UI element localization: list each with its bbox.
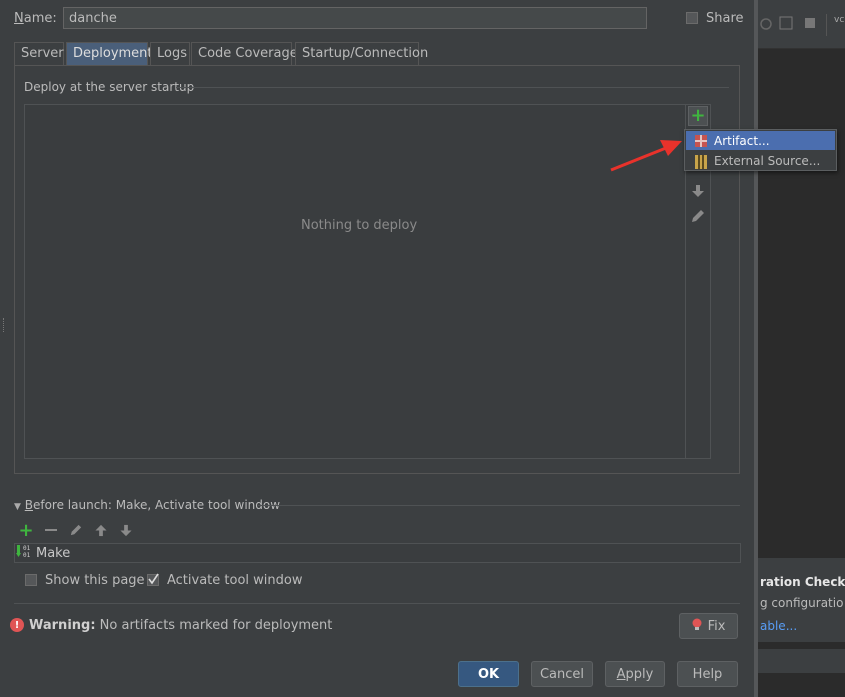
tab-server[interactable]: Server [14,42,64,66]
pencil-icon [692,210,704,222]
red-arrow-annotation [610,140,682,172]
ok-button[interactable]: OK [458,661,519,687]
arrow-down-icon [692,185,704,197]
fix-label: Fix [707,618,726,634]
warning-message: Warning: No artifacts marked for deploym… [29,618,332,633]
show-page-checkbox[interactable] [25,574,37,586]
section-divider [258,505,740,506]
edit-task-icon[interactable] [67,521,85,539]
resize-grip[interactable] [3,318,6,332]
menu-item-external-source[interactable]: External Source... [686,151,835,170]
apply-button[interactable]: Apply [605,661,665,687]
dialog-left-edge [0,0,4,697]
tab-startup-connection[interactable]: Startup/Connection [295,42,428,66]
separator [14,603,740,604]
activate-tool-window-checkbox[interactable] [147,573,159,586]
background-notification-text: g configuratio [760,596,844,610]
menu-item-artifact[interactable]: Artifact... [686,131,835,150]
background-notification-title: ration Check [760,575,845,589]
share-checkbox[interactable] [686,12,698,24]
background-notification-link[interactable]: able... [760,619,797,633]
before-launch-header[interactable]: ▼ Before launch: Make, Activate tool win… [14,498,280,512]
edit-icon[interactable] [688,206,708,226]
deployment-list[interactable] [24,104,686,459]
tab-code-coverage[interactable]: Code Coverage [191,42,298,66]
tab-deployment[interactable]: Deployment [66,42,153,66]
collapse-triangle-icon: ▼ [14,502,21,512]
move-up-icon[interactable] [92,521,110,539]
add-icon[interactable]: + [688,106,708,126]
name-label-mnemonic: N [14,11,24,26]
tab-logs[interactable]: Logs [150,42,190,66]
remove-task-icon[interactable] [42,521,60,539]
background-status-strip [758,648,845,673]
activate-tool-window-label[interactable]: Activate tool window [167,573,302,588]
add-popup-menu: Artifact... External Source... [684,129,837,171]
section-divider [176,87,729,88]
fix-button[interactable]: Fix [679,613,738,639]
lightbulb-icon [692,618,702,635]
help-button[interactable]: Help [677,661,738,687]
move-down-icon[interactable] [117,521,135,539]
name-input[interactable] [63,7,647,29]
dialog-right-border [754,0,758,697]
before-launch-title: Before launch: Make, Activate tool windo… [24,498,281,512]
checkmark-icon [148,573,159,585]
menu-item-label: Artifact... [714,133,770,148]
deploy-section-title: Deploy at the server startup [24,80,195,94]
name-label: Name: [14,11,57,26]
background-toolbar: vc [758,0,845,49]
make-icon: 01 01 [16,544,32,562]
empty-list-text: Nothing to deploy [301,218,418,233]
warning-icon: ! [10,618,24,632]
add-task-icon[interactable]: + [17,520,35,541]
task-item-make[interactable]: 01 01 Make [16,544,70,562]
show-page-label[interactable]: Show this page [45,573,145,588]
share-label[interactable]: Share [706,11,744,26]
background-toolbar-icons: vc [760,14,844,36]
cancel-button[interactable]: Cancel [531,661,593,687]
external-source-icon [695,154,707,169]
task-label: Make [36,545,71,561]
artifact-icon [695,134,707,147]
menu-item-label: External Source... [714,153,821,168]
move-down-icon[interactable] [688,181,708,201]
warning-detail: No artifacts marked for deployment [99,618,333,633]
svg-text:vc: vc [834,15,844,25]
name-label-rest: ame: [23,11,57,26]
svg-text:01: 01 [23,545,31,552]
svg-text:01: 01 [23,552,31,558]
warning-prefix: Warning: [29,618,96,633]
before-launch-task-list[interactable] [14,543,741,563]
